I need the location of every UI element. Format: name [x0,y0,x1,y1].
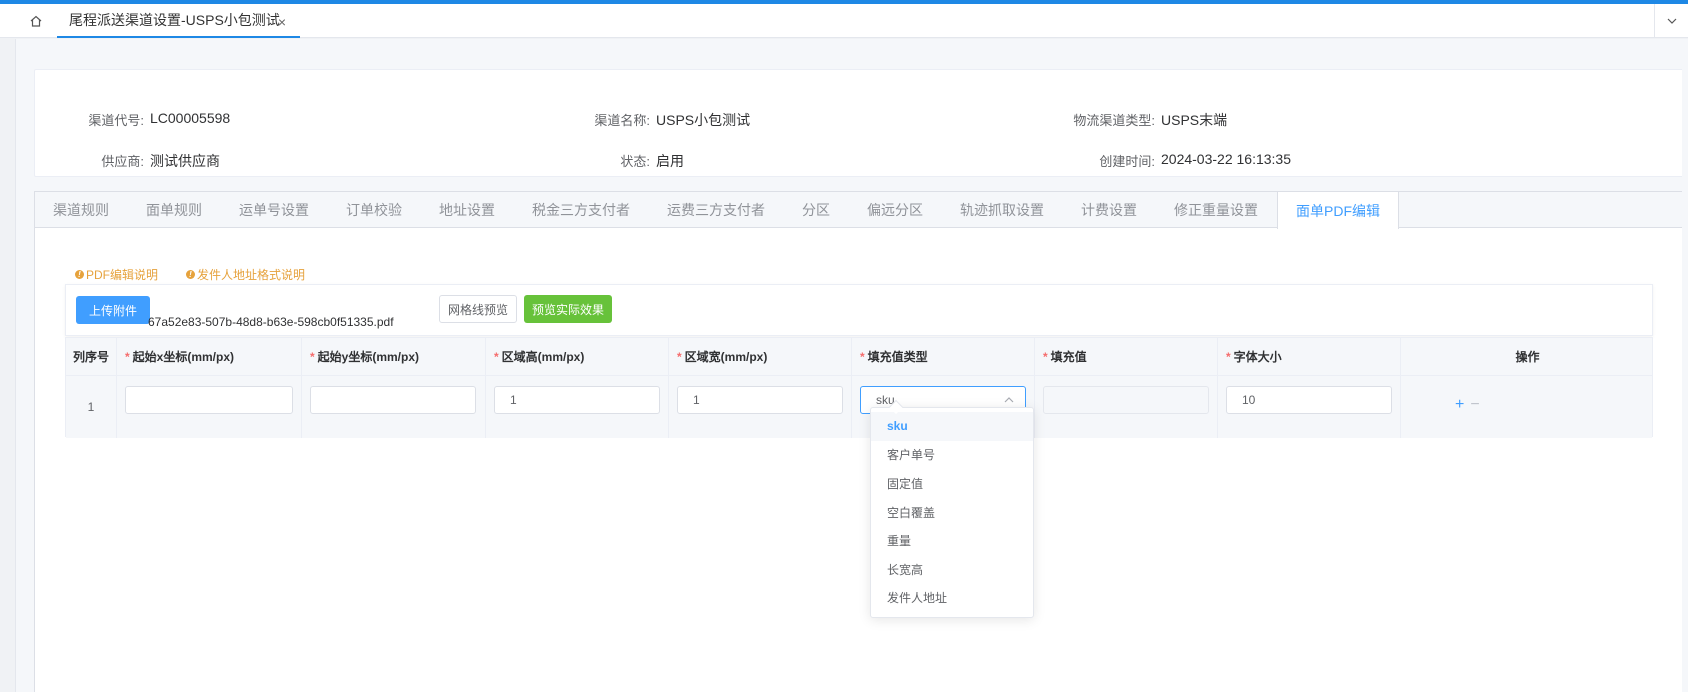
pdf-toolbar: 上传附件 67a52e83-507b-48d8-b63e-598cb0f5133… [65,284,1653,336]
info-label: 渠道名称: [594,113,650,128]
active-page-tab[interactable]: 尾程派送渠道设置-USPS小包测试 × [57,4,300,38]
info-logistics-type: 物流渠道类型: USPS末端 [1055,110,1227,130]
cell-font-size: 10 [1218,376,1401,438]
header-index: 列序号 [66,338,117,375]
home-tab[interactable] [16,4,56,38]
dropdown-options: sku 客户单号 固定值 空白覆盖 重量 长宽高 发件人地址 [871,412,1033,612]
chevron-up-icon [1004,397,1014,403]
info-value: 测试供应商 [150,153,220,169]
dropdown-option[interactable]: 发件人地址 [871,584,1033,613]
area-width-input[interactable]: 1 [677,386,843,414]
info-label: 状态: [620,154,650,169]
info-value: USPS小包测试 [656,112,751,128]
cell-operations: + − [1401,376,1654,438]
header-start-y: * 起始y坐标(mm/px) [302,338,486,375]
page-tabs-bar: 尾程派送渠道设置-USPS小包测试 × [0,4,1688,38]
header-start-x: * 起始x坐标(mm/px) [117,338,302,375]
header-font-size: * 字体大小 [1218,338,1401,375]
grid-preview-button[interactable]: 网格线预览 [439,295,517,323]
table-header: 列序号 * 起始x坐标(mm/px) * 起始y坐标(mm/px) * 区域高(mm/… [66,338,1652,376]
info-label: 创建时间: [1099,154,1155,169]
info-status: 状态: 启用 [565,151,684,171]
tab-2[interactable]: 运单号设置 [221,192,328,228]
attached-file-name[interactable]: 67a52e83-507b-48d8-b63e-598cb0f51335.pdf [148,315,394,329]
info-value: USPS末端 [1161,112,1228,128]
chevron-down-icon [1667,18,1676,24]
header-fill-type: * 填充值类型 [852,338,1035,375]
start-x-input[interactable] [125,386,293,414]
cell-fill-value [1035,376,1218,438]
help-links: ! PDF编辑说明 ! 发件人地址格式说明 [75,266,305,283]
dropdown-option[interactable]: 空白覆盖 [871,498,1033,527]
dropdown-option[interactable]: sku [871,412,1033,441]
tab-9[interactable]: 轨迹抓取设置 [942,192,1063,228]
info-created-time: 创建时间: 2024-03-22 16:13:35 [1055,151,1291,170]
info-supplier: 供应商: 测试供应商 [65,151,220,171]
tab-12[interactable]: 面单PDF编辑 [1277,192,1399,229]
home-icon [30,15,42,27]
info-value: LC00005598 [150,110,231,126]
info-channel-name: 渠道名称: USPS小包测试 [565,110,750,130]
tab-8[interactable]: 偏远分区 [849,192,942,228]
start-y-input[interactable] [310,386,476,414]
remove-row-icon[interactable]: − [1470,396,1479,414]
info-label: 物流渠道类型: [1073,113,1155,128]
tabs-dropdown-button[interactable] [1654,4,1688,38]
dropdown-option[interactable]: 重量 [871,526,1033,555]
content-area: 渠道代号: LC00005598 渠道名称: USPS小包测试 物流渠道类型: … [15,39,1688,692]
info-row-1: 渠道代号: LC00005598 渠道名称: USPS小包测试 物流渠道类型: … [35,110,1683,130]
header-operations: 操作 [1515,350,1540,364]
header-fill-value: * 填充值 [1035,338,1218,375]
area-height-input[interactable]: 1 [494,386,660,414]
settings-panel: 渠道规则 面单规则 运单号设置 订单校验 地址设置 税金三方支付者 运费三方支付者 分区 偏远分… [34,191,1684,692]
font-size-input[interactable]: 10 [1226,386,1392,414]
channel-info-panel: 渠道代号: LC00005598 渠道名称: USPS小包测试 物流渠道类型: … [34,69,1684,177]
upload-attachment-button[interactable]: 上传附件 [76,296,150,324]
add-row-icon[interactable]: + [1455,396,1464,414]
header-area-height: * 区域高(mm/px) [486,338,669,375]
info-label: 供应商: [101,154,144,169]
info-value: 启用 [656,153,684,169]
fill-value-input[interactable] [1043,386,1209,414]
row-index: 1 [66,376,117,438]
tab-6[interactable]: 运费三方支付者 [649,192,784,228]
cell-start-y [302,376,486,438]
tab-7[interactable]: 分区 [784,192,849,228]
pdf-fields-table: 列序号 * 起始x坐标(mm/px) * 起始y坐标(mm/px) * 区域高(mm/… [65,337,1653,438]
info-icon: ! [186,270,196,279]
fill-type-dropdown: sku 客户单号 固定值 空白覆盖 重量 长宽高 发件人地址 [870,399,1034,618]
tab-3[interactable]: 订单校验 [328,192,421,228]
sender-address-help-link[interactable]: ! 发件人地址格式说明 [186,266,305,283]
pdf-help-link[interactable]: ! PDF编辑说明 [75,266,158,283]
cell-area-width: 1 [669,376,852,438]
tab-1[interactable]: 面单规则 [128,192,221,228]
cell-area-height: 1 [486,376,669,438]
tab-5[interactable]: 税金三方支付者 [514,192,649,228]
dropdown-option[interactable]: 客户单号 [871,441,1033,470]
dropdown-option[interactable]: 固定值 [871,469,1033,498]
table-row: 1 1 1 sku 10 + − [66,376,1652,438]
dropdown-option[interactable]: 长宽高 [871,555,1033,584]
tab-11[interactable]: 修正重量设置 [1156,192,1277,228]
cell-start-x [117,376,302,438]
info-channel-code: 渠道代号: LC00005598 [65,110,230,129]
preview-effect-button[interactable]: 预览实际效果 [524,295,612,323]
close-tab-icon[interactable]: × [278,14,286,30]
tab-0[interactable]: 渠道规则 [35,192,128,228]
page-scrollbar[interactable] [1682,39,1688,692]
info-row-2: 供应商: 测试供应商 状态: 启用 创建时间: 2024-03-22 16:13… [35,151,1683,171]
info-value: 2024-03-22 16:13:35 [1161,151,1291,167]
tab-10[interactable]: 计费设置 [1063,192,1156,228]
settings-tabs: 渠道规则 面单规则 运单号设置 订单校验 地址设置 税金三方支付者 运费三方支付者 分区 偏远分… [35,192,1683,229]
tab-4[interactable]: 地址设置 [421,192,514,228]
header-area-width: * 区域宽(mm/px) [669,338,852,375]
info-label: 渠道代号: [88,113,144,128]
row-operations: + − [1455,396,1480,414]
info-icon: ! [75,270,84,279]
active-page-tab-label: 尾程派送渠道设置-USPS小包测试 [69,12,280,28]
